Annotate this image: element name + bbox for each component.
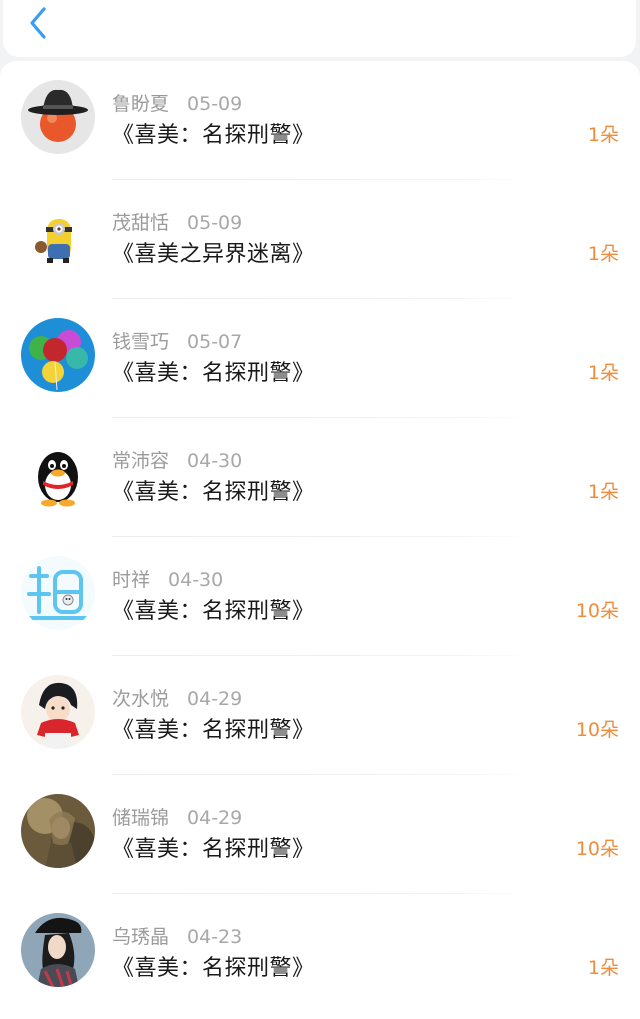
hat-orange-avatar[interactable]: [21, 80, 95, 154]
sender-meta: 常沛容 04-30: [112, 446, 242, 473]
list-item[interactable]: 储瑞锦 04-29 《喜美：名探刑警》 10朵: [0, 775, 640, 894]
sender-name: 茂甜恬: [112, 212, 170, 234]
send-date: 04-30: [168, 569, 224, 591]
book-title[interactable]: 《喜美：名探刑警》: [112, 712, 315, 744]
sender-name: 鲁盼夏: [112, 93, 170, 115]
book-title[interactable]: 《喜美：名探刑警》: [112, 831, 315, 863]
sender-name: 乌琇晶: [112, 926, 170, 948]
list-item[interactable]: 茂甜恬 05-09 《喜美之异界迷离》 1朵: [0, 180, 640, 299]
sender-meta: 时祥 04-30: [112, 565, 223, 592]
book-title[interactable]: 《喜美：名探刑警》: [112, 117, 315, 149]
list-item[interactable]: 乌琇晶 04-23 《喜美：名探刑警》 1朵: [0, 894, 640, 1013]
character-avatar[interactable]: [21, 556, 95, 630]
sender-meta: 乌琇晶 04-23: [112, 922, 242, 949]
list-item[interactable]: 鲁盼夏 05-09 《喜美：名探刑警》 1朵: [0, 61, 640, 180]
painting-avatar[interactable]: [21, 794, 95, 868]
flower-amount: 10朵: [575, 719, 619, 741]
send-date: 05-09: [187, 212, 243, 234]
gift-list: 鲁盼夏 05-09 《喜美：名探刑警》 1朵 茂甜恬 05-09 《喜美之异界迷离》…: [0, 61, 640, 1019]
send-date: 05-09: [187, 93, 243, 115]
flower-amount: 10朵: [575, 600, 619, 622]
send-date: 04-23: [187, 926, 243, 948]
anime-avatar[interactable]: [21, 675, 95, 749]
sender-meta: 钱雪巧 05-07: [112, 327, 242, 354]
back-button[interactable]: [21, 4, 55, 42]
flower-amount: 1朵: [587, 243, 619, 265]
sender-meta: 鲁盼夏 05-09: [112, 89, 242, 116]
sender-name: 储瑞锦: [112, 807, 170, 829]
portrait-avatar[interactable]: [21, 913, 95, 987]
book-title[interactable]: 《喜美：名探刑警》: [112, 355, 315, 387]
sender-name: 次水悦: [112, 688, 170, 710]
send-date: 05-07: [187, 331, 243, 353]
list-item[interactable]: 钱雪巧 05-07 《喜美：名探刑警》 1朵: [0, 299, 640, 418]
sender-meta: 次水悦 04-29: [112, 684, 242, 711]
list-item[interactable]: 常沛容 04-30 《喜美：名探刑警》 1朵: [0, 418, 640, 537]
flower-amount: 1朵: [587, 957, 619, 979]
sender-name: 钱雪巧: [112, 331, 170, 353]
flower-amount: 1朵: [587, 481, 619, 503]
send-date: 04-30: [187, 450, 243, 472]
sender-name: 时祥: [112, 569, 151, 591]
flower-amount: 10朵: [575, 838, 619, 860]
minion-avatar[interactable]: [21, 199, 95, 273]
send-date: 04-29: [187, 807, 243, 829]
sender-name: 常沛容: [112, 450, 170, 472]
list-item[interactable]: 时祥 04-30 《喜美：名探刑警》 10朵: [0, 537, 640, 656]
penguin-avatar[interactable]: [21, 437, 95, 511]
top-bar: [3, 0, 636, 57]
chevron-left-icon: [30, 7, 46, 39]
flower-amount: 1朵: [587, 362, 619, 384]
book-title[interactable]: 《喜美：名探刑警》: [112, 593, 315, 625]
sender-meta: 茂甜恬 05-09: [112, 208, 242, 235]
book-title[interactable]: 《喜美：名探刑警》: [112, 950, 315, 982]
sender-meta: 储瑞锦 04-29: [112, 803, 242, 830]
flower-amount: 1朵: [587, 124, 619, 146]
list-item[interactable]: 次水悦 04-29 《喜美：名探刑警》 10朵: [0, 656, 640, 775]
book-title[interactable]: 《喜美：名探刑警》: [112, 474, 315, 506]
book-title[interactable]: 《喜美之异界迷离》: [112, 236, 315, 268]
send-date: 04-29: [187, 688, 243, 710]
balloons-avatar[interactable]: [21, 318, 95, 392]
